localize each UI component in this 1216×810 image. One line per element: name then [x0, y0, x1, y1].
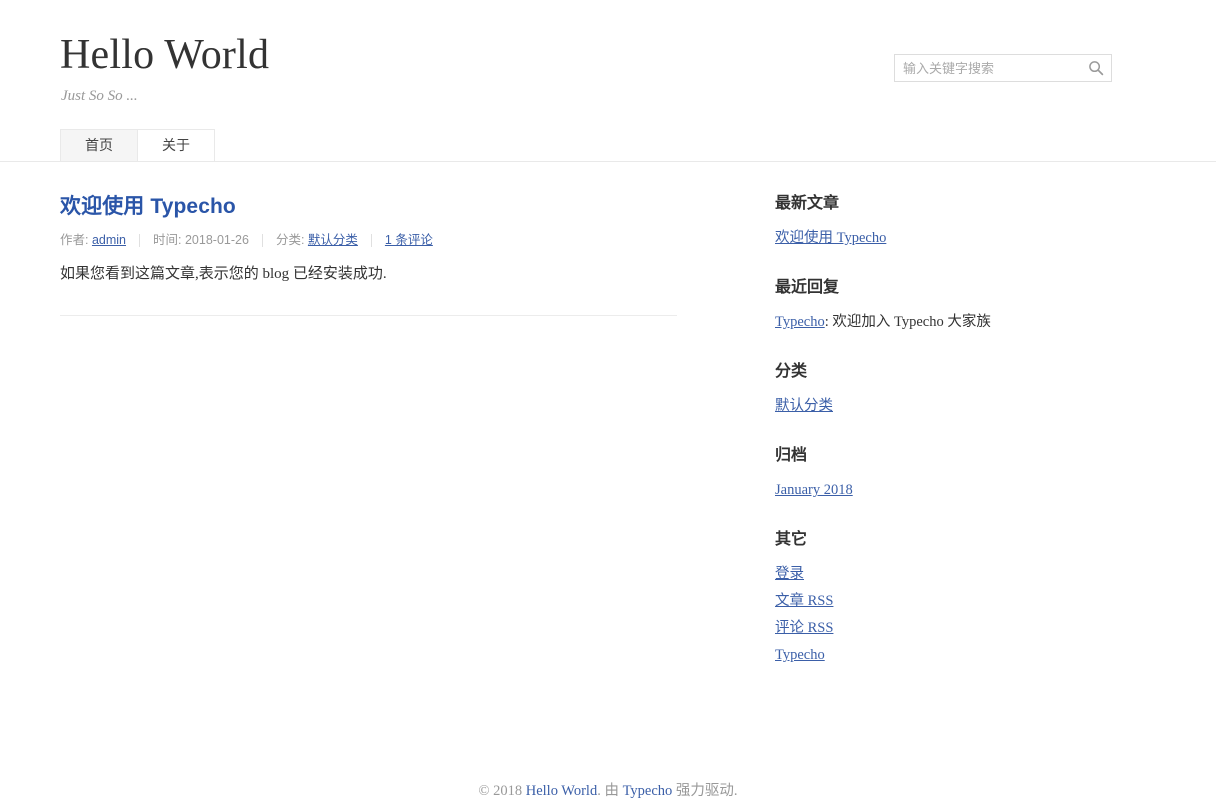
recent-comments-list: Typecho: 欢迎加入 Typecho 大家族: [775, 311, 991, 333]
post-author-link[interactable]: admin: [92, 233, 126, 247]
post-article: 欢迎使用 Typecho 作者: admin 时间: 2018-01-26 分类…: [60, 193, 678, 316]
post-paragraph: 如果您看到这篇文章,表示您的 blog 已经安装成功.: [60, 266, 387, 282]
header-inner: Hello World Just So So ... 首页 关于: [60, 0, 1156, 166]
list-item: 默认分类: [775, 395, 991, 417]
widget-title-archives: 归档: [775, 447, 808, 464]
widget-recent-comments: 最近回复 Typecho: 欢迎加入 Typecho 大家族: [775, 277, 991, 333]
footer-copyright: © 2018: [478, 783, 523, 799]
post-divider: [60, 315, 677, 316]
post-category-label: 分类:: [275, 233, 305, 247]
list-item: January 2018: [775, 479, 991, 501]
widget-title-recent-posts: 最新文章: [775, 195, 840, 212]
search-input[interactable]: [895, 55, 1081, 81]
list-item: 文章 RSS: [775, 590, 991, 612]
category-link[interactable]: 默认分类: [775, 398, 833, 414]
widget-title-other: 其它: [775, 531, 808, 548]
site-title: Hello World: [60, 30, 269, 80]
widget-recent-posts: 最新文章 欢迎使用 Typecho: [775, 193, 991, 249]
site-title-link[interactable]: Hello World: [60, 32, 269, 78]
sidebar: 最新文章 欢迎使用 Typecho 最近回复 Typecho: 欢迎加入 Typ…: [775, 193, 991, 671]
footer-middle: . 由: [597, 783, 619, 799]
comment-text: 欢迎加入 Typecho 大家族: [832, 314, 991, 330]
widget-title-categories: 分类: [775, 363, 808, 380]
post-comments-link[interactable]: 1 条评论: [385, 231, 433, 249]
post-date-label: 时间:: [153, 233, 182, 247]
widget-archives: 归档 January 2018: [775, 445, 991, 501]
post-meta: 作者: admin 时间: 2018-01-26 分类: 默认分类 1 条评论: [60, 231, 678, 249]
widget-categories: 分类 默认分类: [775, 361, 991, 417]
post-category-link[interactable]: 默认分类: [308, 233, 358, 247]
post-date: 时间: 2018-01-26: [153, 231, 249, 249]
search-submit-button[interactable]: [1085, 58, 1107, 78]
header-divider: [0, 161, 1216, 162]
list-item: Typecho: [775, 644, 991, 666]
post-category: 分类: 默认分类: [276, 231, 358, 249]
comment-author-link[interactable]: Typecho: [775, 314, 825, 330]
footer-site-link[interactable]: Hello World: [526, 783, 597, 799]
search-icon: [1088, 60, 1104, 76]
nav-item-home[interactable]: 首页: [60, 129, 138, 162]
post-content: 如果您看到这篇文章,表示您的 blog 已经安装成功.: [60, 263, 678, 285]
list-item: 评论 RSS: [775, 617, 991, 639]
post-date-value: 2018-01-26: [184, 233, 249, 247]
archives-list: January 2018: [775, 479, 991, 501]
list-item: 欢迎使用 Typecho: [775, 227, 991, 249]
site-nav: 首页 关于: [60, 129, 215, 162]
post-author-label: 作者:: [60, 233, 89, 247]
site-description: Just So So ...: [61, 88, 138, 104]
list-item: 登录: [775, 563, 991, 585]
other-links-list: 登录 文章 RSS 评论 RSS Typecho: [775, 563, 991, 666]
list-item: Typecho: 欢迎加入 Typecho 大家族: [775, 311, 991, 333]
archive-link[interactable]: January 2018: [775, 482, 853, 498]
widget-other: 其它 登录 文章 RSS 评论 RSS Typecho: [775, 529, 991, 666]
meta-separator: [139, 233, 141, 247]
post-author: 作者: admin: [60, 231, 126, 249]
meta-separator: [261, 233, 263, 247]
comment-rss-link[interactable]: 评论 RSS: [775, 620, 833, 636]
site-header: Hello World Just So So ... 首页 关于: [0, 0, 1216, 166]
nav-item-about[interactable]: 关于: [137, 129, 215, 162]
main-column: 欢迎使用 Typecho 作者: admin 时间: 2018-01-26 分类…: [60, 193, 678, 316]
recent-post-link[interactable]: 欢迎使用 Typecho: [775, 230, 886, 246]
login-link[interactable]: 登录: [775, 566, 804, 582]
post-title-link[interactable]: 欢迎使用 Typecho: [60, 195, 236, 218]
categories-list: 默认分类: [775, 395, 991, 417]
recent-posts-list: 欢迎使用 Typecho: [775, 227, 991, 249]
typecho-link[interactable]: Typecho: [775, 647, 825, 663]
footer-engine-link[interactable]: Typecho: [623, 783, 673, 799]
post-rss-link[interactable]: 文章 RSS: [775, 593, 833, 609]
search-form: [894, 54, 1112, 82]
page-root: Hello World Just So So ... 首页 关于 输入关键字搜索…: [0, 0, 1216, 810]
widget-title-recent-comments: 最近回复: [775, 279, 840, 296]
meta-separator: [370, 233, 372, 247]
footer-suffix: 强力驱动.: [675, 783, 738, 799]
post-title: 欢迎使用 Typecho: [60, 193, 678, 221]
site-footer: © 2018 Hello World. 由 Typecho 强力驱动.: [0, 780, 1216, 802]
